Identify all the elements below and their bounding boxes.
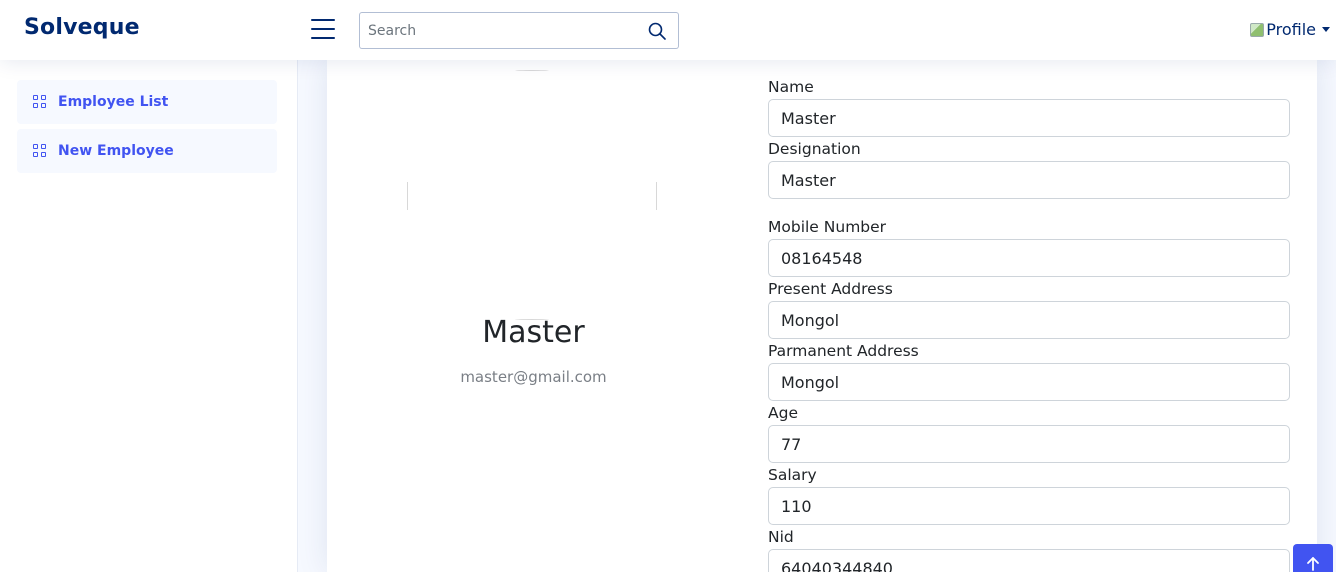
designation-field[interactable] xyxy=(768,161,1290,199)
logo[interactable]: Solveque xyxy=(24,15,140,40)
salary-field[interactable] xyxy=(768,487,1290,525)
sidebar: Employee List New Employee xyxy=(0,60,298,572)
search-icon[interactable] xyxy=(648,22,666,40)
profile-label: Profile xyxy=(1266,20,1316,39)
permanent-address-field[interactable] xyxy=(768,363,1290,401)
designation-label: Designation xyxy=(768,140,861,158)
mobile-number-label: Mobile Number xyxy=(768,218,887,236)
present-address-field[interactable] xyxy=(768,301,1290,339)
sidebar-item-employee-list[interactable]: Employee List xyxy=(17,80,277,124)
sidebar-item-label: New Employee xyxy=(58,143,174,159)
sidebar-item-label: Employee List xyxy=(58,94,169,110)
search-input[interactable] xyxy=(360,13,630,48)
age-label: Age xyxy=(768,404,798,422)
sidebar-item-new-employee[interactable]: New Employee xyxy=(17,129,277,173)
profile-avatar-icon xyxy=(1250,22,1265,37)
avatar xyxy=(407,70,657,320)
name-label: Name xyxy=(768,78,814,96)
search-bar xyxy=(359,12,679,49)
profile-email: master@gmail.com xyxy=(460,368,607,386)
nid-field[interactable] xyxy=(768,549,1290,572)
top-header: Solveque Profile xyxy=(0,0,1336,60)
profile-card: Master master@gmail.com Name Designation… xyxy=(327,60,1317,572)
profile-dropdown[interactable]: Profile xyxy=(1250,20,1330,39)
name-field[interactable] xyxy=(768,99,1290,137)
menu-toggle-icon[interactable] xyxy=(311,19,335,41)
permanent-address-label: Parmanent Address xyxy=(768,342,919,360)
grid-icon xyxy=(33,144,47,158)
nid-label: Nid xyxy=(768,528,794,546)
back-to-top-button[interactable] xyxy=(1293,544,1333,572)
chevron-down-icon xyxy=(1322,27,1330,32)
arrow-up-icon xyxy=(1307,557,1319,571)
present-address-label: Present Address xyxy=(768,280,893,298)
salary-label: Salary xyxy=(768,466,817,484)
grid-icon xyxy=(33,95,47,109)
age-field[interactable] xyxy=(768,425,1290,463)
profile-name: Master xyxy=(482,315,585,350)
mobile-number-field[interactable] xyxy=(768,239,1290,277)
